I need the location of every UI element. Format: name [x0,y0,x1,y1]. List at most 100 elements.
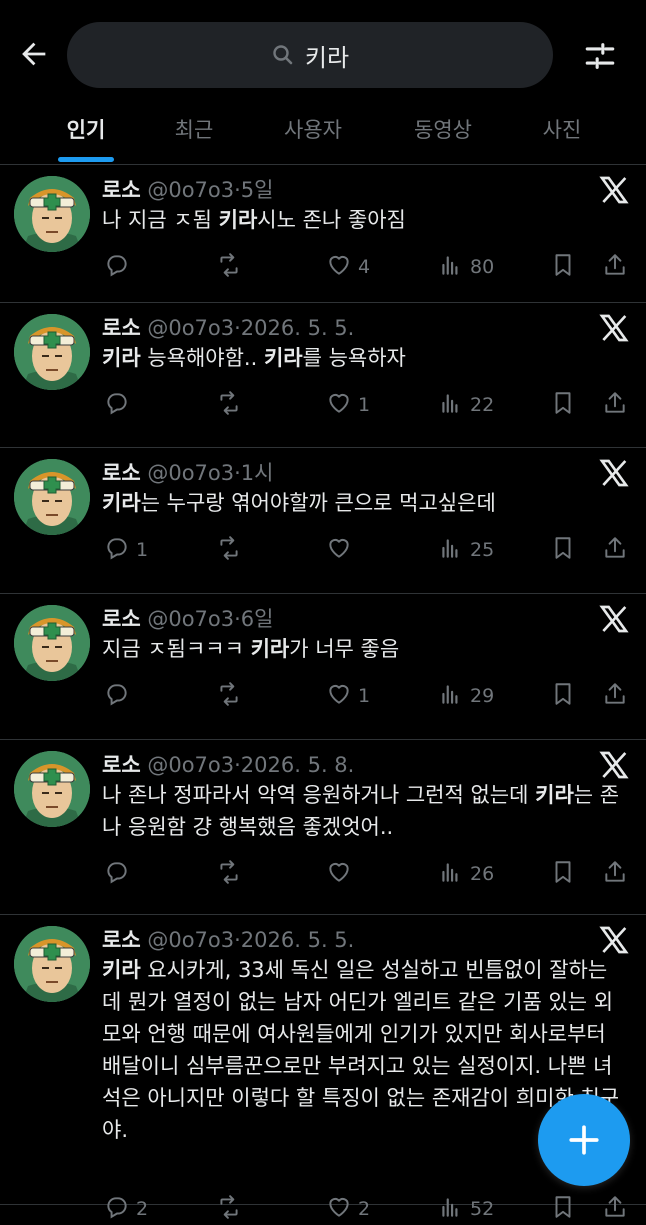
post-text-segment: 는 누구랑 엮어야할까 큰으로 먹고싶은데 [140,491,496,515]
repost-button[interactable] [216,535,248,565]
reply-button[interactable] [104,252,136,282]
share-icon [602,1194,628,1225]
separator-dot: · [234,607,241,631]
post-time: 5일 [240,178,274,202]
author-handle[interactable]: @0o7o3 [147,928,234,952]
post-actions: 1 29 [102,681,632,711]
reply-button[interactable] [104,859,136,889]
avatar[interactable] [14,314,90,390]
separator-dot: · [234,461,241,485]
search-input[interactable]: 키라 [67,22,553,88]
like-button[interactable] [326,859,358,889]
author-name[interactable]: 로소 [102,461,141,485]
author-handle[interactable]: @0o7o3 [147,607,234,631]
views-button[interactable]: 80 [438,252,494,282]
share-icon [602,252,628,283]
author-name[interactable]: 로소 [102,316,141,340]
bookmark-button[interactable] [550,535,576,565]
back-button[interactable] [14,34,54,74]
post-text: 지금 ㅈ됨ㅋㅋㅋ 키라가 너무 좋음 [102,633,622,665]
post-time: 6일 [240,607,274,631]
author-handle[interactable]: @0o7o3 [147,461,234,485]
reply-count: 2 [136,1198,149,1220]
bookmark-button[interactable] [550,681,576,711]
search-tabs: 인기 최근 사용자 동영상 사진 [0,100,646,165]
separator-dot: · [234,316,241,340]
post-actions: 1 25 [102,535,632,565]
repost-button[interactable] [216,681,248,711]
views-button[interactable]: 22 [438,390,494,420]
post-text: 나 존나 정파라서 악역 응원하거나 그런적 없는데 키라는 존나 응원함 걍 … [102,779,622,843]
views-button[interactable]: 52 [438,1194,494,1224]
tab-videos[interactable]: 동영상 [414,114,472,144]
post-text-segment: 키라 [102,346,141,370]
views-icon [438,681,464,712]
avatar[interactable] [14,926,90,1002]
views-button[interactable]: 26 [438,859,494,889]
tab-people[interactable]: 사용자 [284,114,342,144]
views-icon [438,1194,464,1225]
bookmark-button[interactable] [550,1194,576,1224]
author-name[interactable]: 로소 [102,178,141,202]
tab-photos[interactable]: 사진 [543,114,582,144]
avatar[interactable] [14,176,90,252]
avatar[interactable] [14,751,90,827]
bookmark-button[interactable] [550,859,576,889]
like-button[interactable] [326,535,358,565]
repost-button[interactable] [216,390,248,420]
post[interactable]: 로소 @0o7o3·2026. 5. 8. 나 존나 정파라서 악역 응원하거나… [0,739,646,915]
share-icon [602,681,628,712]
avatar[interactable] [14,459,90,535]
like-button[interactable]: 2 [326,1194,370,1224]
like-button[interactable]: 1 [326,390,370,420]
post-actions: 1 22 [102,390,632,420]
tab-top[interactable]: 인기 [67,114,106,144]
author-name[interactable]: 로소 [102,607,141,631]
repost-icon [216,1194,242,1225]
share-button[interactable] [602,390,628,420]
post[interactable]: 로소 @0o7o3·1시 키라는 누구랑 엮어야할까 큰으로 먹고싶은데 1 2… [0,447,646,594]
views-button[interactable]: 25 [438,535,494,565]
like-button[interactable]: 1 [326,681,370,711]
share-button[interactable] [602,859,628,889]
share-button[interactable] [602,252,628,282]
like-button[interactable]: 4 [326,252,370,282]
author-handle[interactable]: @0o7o3 [147,316,234,340]
views-count: 26 [470,863,495,885]
repost-button[interactable] [216,1194,248,1224]
post-meta: 로소 @0o7o3·5일 [102,174,273,204]
share-button[interactable] [602,681,628,711]
post[interactable]: 로소 @0o7o3·5일 나 지금 ㅈ됨 키라시노 존나 좋아짐 4 80 [0,164,646,303]
post[interactable]: 로소 @0o7o3·6일 지금 ㅈ됨ㅋㅋㅋ 키라가 너무 좋음 1 29 [0,593,646,740]
post[interactable]: 로소 @0o7o3·2026. 5. 5. 키라 능욕해야함.. 키라를 능욕하… [0,302,646,448]
like-count: 4 [358,256,371,278]
reply-icon [104,535,130,566]
author-handle[interactable]: @0o7o3 [147,178,234,202]
bookmark-button[interactable] [550,252,576,282]
post-text-segment: 나 존나 정파라서 악역 응원하거나 그런적 없는데 [102,783,536,807]
post-time: 2026. 5. 8. [240,753,355,777]
reply-button[interactable] [104,390,136,420]
share-button[interactable] [602,535,628,565]
repost-button[interactable] [216,859,248,889]
separator-dot: · [234,753,241,777]
post-meta: 로소 @0o7o3·2026. 5. 5. [102,312,354,342]
search-settings-button[interactable] [578,34,622,78]
share-button[interactable] [602,1194,628,1224]
reply-button[interactable]: 2 [104,1194,148,1224]
tab-latest[interactable]: 최근 [175,114,214,144]
avatar[interactable] [14,605,90,681]
author-name[interactable]: 로소 [102,753,141,777]
reply-button[interactable]: 1 [104,535,148,565]
author-handle[interactable]: @0o7o3 [147,753,234,777]
post-text-segment: 나 지금 ㅈ됨 [102,208,219,232]
post-text: 키라는 누구랑 엮어야할까 큰으로 먹고싶은데 [102,487,622,519]
author-name[interactable]: 로소 [102,928,141,952]
bookmark-button[interactable] [550,390,576,420]
views-button[interactable]: 29 [438,681,494,711]
reply-button[interactable] [104,681,136,711]
compose-post-button[interactable] [538,1094,630,1186]
repost-button[interactable] [216,252,248,282]
share-icon [602,535,628,566]
reply-icon [104,681,130,712]
